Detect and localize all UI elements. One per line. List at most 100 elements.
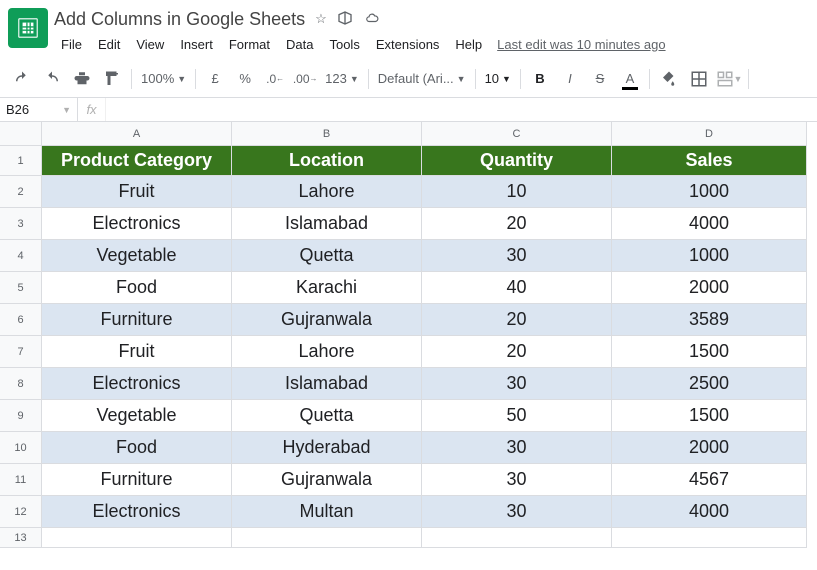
data-cell[interactable]: Gujranwala xyxy=(232,464,422,496)
data-cell[interactable]: Lahore xyxy=(232,176,422,208)
percent-button[interactable]: % xyxy=(231,65,259,93)
data-cell[interactable]: Furniture xyxy=(42,304,232,336)
column-header[interactable]: A xyxy=(42,122,232,146)
data-cell[interactable]: 4000 xyxy=(612,496,807,528)
data-cell[interactable]: 50 xyxy=(422,400,612,432)
fill-color-icon[interactable] xyxy=(655,65,683,93)
italic-button[interactable]: I xyxy=(556,65,584,93)
data-cell[interactable]: Gujranwala xyxy=(232,304,422,336)
data-cell[interactable]: Fruit xyxy=(42,176,232,208)
empty-cell[interactable] xyxy=(42,528,232,548)
document-title[interactable]: Add Columns in Google Sheets xyxy=(54,9,305,30)
menu-edit[interactable]: Edit xyxy=(91,35,127,54)
data-cell[interactable]: Quetta xyxy=(232,240,422,272)
strikethrough-button[interactable]: S xyxy=(586,65,614,93)
data-cell[interactable]: Islamabad xyxy=(232,368,422,400)
data-cell[interactable]: Islamabad xyxy=(232,208,422,240)
data-cell[interactable]: Electronics xyxy=(42,496,232,528)
undo-icon[interactable] xyxy=(8,65,36,93)
row-header[interactable]: 5 xyxy=(0,272,42,304)
header-cell[interactable]: Quantity xyxy=(422,146,612,176)
header-cell[interactable]: Product Category xyxy=(42,146,232,176)
row-header[interactable]: 1 xyxy=(0,146,42,176)
menu-data[interactable]: Data xyxy=(279,35,320,54)
data-cell[interactable]: 30 xyxy=(422,432,612,464)
menu-format[interactable]: Format xyxy=(222,35,277,54)
column-header[interactable]: D xyxy=(612,122,807,146)
merge-cells-icon[interactable]: ▼ xyxy=(715,65,743,93)
cloud-icon[interactable] xyxy=(363,11,381,28)
data-cell[interactable]: 20 xyxy=(422,208,612,240)
last-edit-link[interactable]: Last edit was 10 minutes ago xyxy=(497,37,665,52)
data-cell[interactable]: 1500 xyxy=(612,400,807,432)
data-cell[interactable]: Vegetable xyxy=(42,400,232,432)
data-cell[interactable]: Food xyxy=(42,432,232,464)
select-all-corner[interactable] xyxy=(0,122,42,146)
move-icon[interactable] xyxy=(337,10,353,29)
increase-decimals-button[interactable]: .00→ xyxy=(291,65,319,93)
data-cell[interactable]: 20 xyxy=(422,336,612,368)
menu-insert[interactable]: Insert xyxy=(173,35,220,54)
formula-bar[interactable] xyxy=(106,98,817,121)
bold-button[interactable]: B xyxy=(526,65,554,93)
text-color-button[interactable]: A xyxy=(616,65,644,93)
row-header[interactable]: 3 xyxy=(0,208,42,240)
data-cell[interactable]: Lahore xyxy=(232,336,422,368)
data-cell[interactable]: 10 xyxy=(422,176,612,208)
row-header[interactable]: 10 xyxy=(0,432,42,464)
data-cell[interactable]: Hyderabad xyxy=(232,432,422,464)
data-cell[interactable]: 1500 xyxy=(612,336,807,368)
currency-button[interactable]: £ xyxy=(201,65,229,93)
data-cell[interactable]: 20 xyxy=(422,304,612,336)
more-formats-button[interactable]: 123▼ xyxy=(321,65,363,93)
menu-help[interactable]: Help xyxy=(448,35,489,54)
row-header[interactable]: 8 xyxy=(0,368,42,400)
row-header[interactable]: 12 xyxy=(0,496,42,528)
menu-view[interactable]: View xyxy=(129,35,171,54)
data-cell[interactable]: Furniture xyxy=(42,464,232,496)
zoom-selector[interactable]: 100%▼ xyxy=(137,65,190,93)
row-header[interactable]: 2 xyxy=(0,176,42,208)
header-cell[interactable]: Location xyxy=(232,146,422,176)
data-cell[interactable]: Vegetable xyxy=(42,240,232,272)
redo-icon[interactable] xyxy=(38,65,66,93)
data-cell[interactable]: 30 xyxy=(422,368,612,400)
borders-icon[interactable] xyxy=(685,65,713,93)
data-cell[interactable]: 4567 xyxy=(612,464,807,496)
name-box[interactable]: B26▼ xyxy=(0,98,78,121)
data-cell[interactable]: Electronics xyxy=(42,368,232,400)
data-cell[interactable]: Multan xyxy=(232,496,422,528)
row-header[interactable]: 9 xyxy=(0,400,42,432)
header-cell[interactable]: Sales xyxy=(612,146,807,176)
spreadsheet-grid[interactable]: ABCD 1Product CategoryLocationQuantitySal… xyxy=(0,122,817,548)
data-cell[interactable]: 4000 xyxy=(612,208,807,240)
empty-cell[interactable] xyxy=(612,528,807,548)
data-cell[interactable]: 30 xyxy=(422,496,612,528)
empty-cell[interactable] xyxy=(232,528,422,548)
column-header[interactable]: B xyxy=(232,122,422,146)
data-cell[interactable]: Electronics xyxy=(42,208,232,240)
print-icon[interactable] xyxy=(68,65,96,93)
decrease-decimals-button[interactable]: .0← xyxy=(261,65,289,93)
row-header[interactable]: 6 xyxy=(0,304,42,336)
paint-format-icon[interactable] xyxy=(98,65,126,93)
row-header[interactable]: 7 xyxy=(0,336,42,368)
data-cell[interactable]: 40 xyxy=(422,272,612,304)
data-cell[interactable]: 1000 xyxy=(612,240,807,272)
data-cell[interactable]: 2000 xyxy=(612,432,807,464)
column-header[interactable]: C xyxy=(422,122,612,146)
row-header[interactable]: 13 xyxy=(0,528,42,548)
font-selector[interactable]: Default (Ari...▼ xyxy=(374,65,470,93)
menu-tools[interactable]: Tools xyxy=(322,35,366,54)
data-cell[interactable]: 2000 xyxy=(612,272,807,304)
data-cell[interactable]: 1000 xyxy=(612,176,807,208)
row-header[interactable]: 4 xyxy=(0,240,42,272)
data-cell[interactable]: Food xyxy=(42,272,232,304)
data-cell[interactable]: 2500 xyxy=(612,368,807,400)
menu-extensions[interactable]: Extensions xyxy=(369,35,447,54)
menu-file[interactable]: File xyxy=(54,35,89,54)
row-header[interactable]: 11 xyxy=(0,464,42,496)
data-cell[interactable]: 3589 xyxy=(612,304,807,336)
data-cell[interactable]: 30 xyxy=(422,240,612,272)
data-cell[interactable]: 30 xyxy=(422,464,612,496)
